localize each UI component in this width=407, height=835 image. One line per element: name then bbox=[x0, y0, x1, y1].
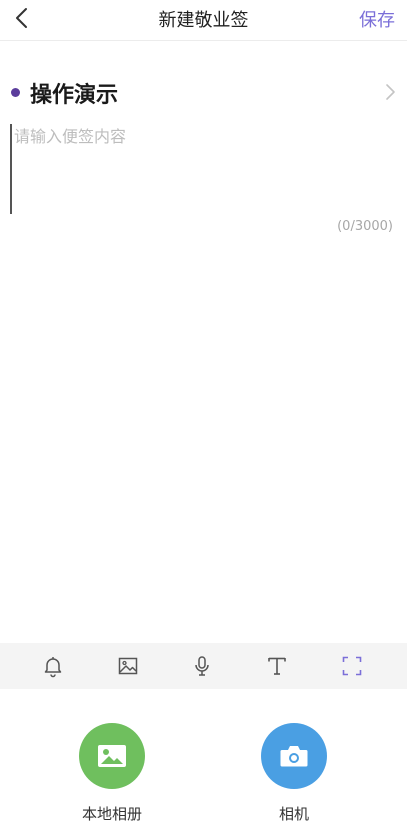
local-album-button[interactable]: 本地相册 bbox=[52, 723, 172, 824]
media-picker-panel: 本地相册 相机 bbox=[0, 689, 407, 835]
image-icon bbox=[116, 654, 140, 678]
chevron-right-icon bbox=[383, 82, 397, 106]
editor-toolbar bbox=[0, 643, 407, 689]
camera-button[interactable]: 相机 bbox=[234, 723, 354, 824]
voice-input-button[interactable] bbox=[190, 654, 214, 678]
camera-icon-circle bbox=[261, 723, 327, 789]
local-album-label: 本地相册 bbox=[81, 805, 142, 823]
scan-frame-icon bbox=[340, 654, 364, 678]
category-color-dot bbox=[11, 88, 20, 97]
microphone-icon bbox=[190, 654, 214, 678]
reminder-button[interactable] bbox=[41, 654, 65, 678]
insert-image-button[interactable] bbox=[116, 654, 140, 678]
category-label: 操作演示 bbox=[30, 83, 119, 108]
save-button[interactable]: 保存 bbox=[359, 6, 395, 32]
char-counter: (0/3000) bbox=[337, 219, 393, 234]
page-title: 新建敬业签 bbox=[158, 10, 249, 31]
note-content-input[interactable] bbox=[10, 124, 399, 214]
gallery-icon-circle bbox=[79, 723, 145, 789]
scan-button[interactable] bbox=[340, 654, 364, 678]
bell-icon bbox=[41, 654, 65, 678]
top-nav-bar: 新建敬业签 保存 bbox=[0, 0, 407, 41]
text-format-icon bbox=[265, 654, 289, 678]
category-selector[interactable]: 操作演示 bbox=[0, 72, 407, 112]
text-format-button[interactable] bbox=[265, 654, 289, 678]
camera-label: 相机 bbox=[278, 805, 309, 823]
